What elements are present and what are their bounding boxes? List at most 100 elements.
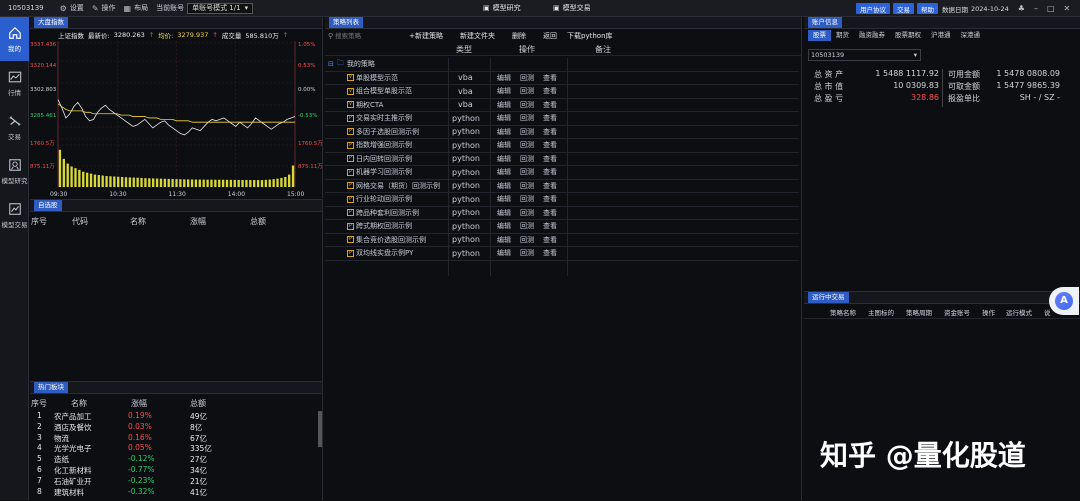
col-run-mode[interactable]: 运行模式 <box>1006 307 1032 317</box>
account-select[interactable]: 10503139 ▾ <box>808 49 921 61</box>
strategy-row[interactable]: P 网格交易（期货）回测示例 python 编辑 回测 查看 <box>325 180 799 193</box>
edit-button[interactable]: 编辑 <box>497 100 511 110</box>
backtest-button[interactable]: 回测 <box>520 100 534 110</box>
col-note[interactable]: 说 <box>1044 307 1051 317</box>
tab-hot-sectors[interactable]: 热门板块 <box>34 382 68 393</box>
edit-button[interactable]: 编辑 <box>497 208 511 218</box>
col-name[interactable]: 名称 <box>130 216 146 227</box>
backtest-button[interactable]: 回测 <box>520 208 534 218</box>
col-no[interactable]: 序号 <box>31 398 47 409</box>
table-row[interactable]: 3 物流 0.16% 67亿 <box>30 433 320 443</box>
table-row[interactable]: 7 石油矿业开 -0.23% 21亿 <box>30 476 320 486</box>
table-row[interactable]: 2 酒店及餐饮 0.03% 8亿 <box>30 422 320 432</box>
backtest-button[interactable]: 回测 <box>520 235 534 245</box>
backtest-button[interactable]: 回测 <box>520 167 534 177</box>
strategy-row[interactable]: P 日内回转回测示例 python 编辑 回测 查看 <box>325 153 799 166</box>
tab-stock-option[interactable]: 股票期权 <box>890 30 926 41</box>
edit-button[interactable]: 编辑 <box>497 86 511 96</box>
view-button[interactable]: 查看 <box>543 235 557 245</box>
close-icon[interactable]: ✕ <box>1064 4 1071 13</box>
operate-menu[interactable]: ✎ 操作 <box>92 3 116 13</box>
col-operation[interactable]: 操作 <box>519 44 535 55</box>
collapse-icon[interactable]: ⊟ <box>328 60 334 68</box>
strategy-row[interactable]: V 期权CTA vba 编辑 回测 查看 <box>325 99 799 112</box>
view-button[interactable]: 查看 <box>543 221 557 231</box>
col-operation[interactable]: 操作 <box>982 307 995 317</box>
view-button[interactable]: 查看 <box>543 194 557 204</box>
backtest-button[interactable]: 回测 <box>520 248 534 258</box>
layout-menu[interactable]: ▦ 布局 <box>124 3 149 13</box>
view-button[interactable]: 查看 <box>543 208 557 218</box>
view-button[interactable]: 查看 <box>543 73 557 83</box>
edit-button[interactable]: 编辑 <box>497 221 511 231</box>
col-fund-account[interactable]: 资金账号 <box>944 307 970 317</box>
tab-model-trade[interactable]: ▣ 模型交易 <box>553 3 591 13</box>
tab-model-research[interactable]: ▣ 模型研究 <box>483 3 521 13</box>
back-button[interactable]: 返回 <box>543 31 557 41</box>
tab-futures[interactable]: 期货 <box>831 30 854 41</box>
tab-shenzhen-hk[interactable]: 深港通 <box>956 30 986 41</box>
backtest-button[interactable]: 回测 <box>520 127 534 137</box>
settings-menu[interactable]: ⚙ 设置 <box>60 3 84 13</box>
hot-scrollbar[interactable] <box>318 411 322 447</box>
tab-shanghai-hk[interactable]: 沪港通 <box>926 30 956 41</box>
strategy-row[interactable]: P 多因子选股回测示例 python 编辑 回测 查看 <box>325 126 799 139</box>
edit-button[interactable]: 编辑 <box>497 235 511 245</box>
table-row[interactable]: 5 造纸 -0.12% 27亿 <box>30 454 320 464</box>
view-button[interactable]: 查看 <box>543 140 557 150</box>
edit-button[interactable]: 编辑 <box>497 154 511 164</box>
strategy-row[interactable]: P 跨品种套利回测示例 python 编辑 回测 查看 <box>325 207 799 220</box>
table-row[interactable]: 1 农产品加工 0.19% 49亿 <box>30 411 320 421</box>
backtest-button[interactable]: 回测 <box>520 154 534 164</box>
col-no[interactable]: 序号 <box>31 216 47 227</box>
backtest-button[interactable]: 回测 <box>520 73 534 83</box>
strategy-row[interactable]: P 双均线实盘示例PY python 编辑 回测 查看 <box>325 247 799 261</box>
table-row[interactable]: 8 建筑材料 -0.32% 41亿 <box>30 487 320 497</box>
backtest-button[interactable]: 回测 <box>520 221 534 231</box>
backtest-button[interactable]: 回测 <box>520 86 534 96</box>
col-change[interactable]: 涨幅 <box>190 216 206 227</box>
skin-icon[interactable]: ♣ <box>1018 4 1025 13</box>
col-remark[interactable]: 备注 <box>595 44 611 55</box>
table-row[interactable]: 6 化工新材料 -0.77% 34亿 <box>30 465 320 475</box>
tab-account-info[interactable]: 账户信息 <box>808 17 842 28</box>
strategy-row[interactable]: P 行业轮动回测示例 python 编辑 回测 查看 <box>325 193 799 207</box>
col-code[interactable]: 代码 <box>72 216 88 227</box>
backtest-button[interactable]: 回测 <box>520 194 534 204</box>
edit-button[interactable]: 编辑 <box>497 181 511 191</box>
assistant-button[interactable]: A <box>1049 287 1079 315</box>
strategy-search-input[interactable] <box>335 31 398 41</box>
edit-button[interactable]: 编辑 <box>497 113 511 123</box>
strategy-row[interactable]: P 交易实时主推示例 python 编辑 回测 查看 <box>325 112 799 126</box>
view-button[interactable]: 查看 <box>543 86 557 96</box>
minimize-icon[interactable]: – <box>1034 4 1038 13</box>
view-button[interactable]: 查看 <box>543 181 557 191</box>
help-button[interactable]: 帮助 <box>917 3 938 14</box>
col-amount[interactable]: 总额 <box>250 216 266 227</box>
view-button[interactable]: 查看 <box>543 127 557 137</box>
nav-trade[interactable]: 交易 <box>0 105 29 149</box>
edit-button[interactable]: 编辑 <box>497 127 511 137</box>
download-python-button[interactable]: 下载python库 <box>567 31 613 41</box>
new-strategy-button[interactable]: +新建策略 <box>409 31 443 41</box>
edit-button[interactable]: 编辑 <box>497 248 511 258</box>
edit-button[interactable]: 编辑 <box>497 167 511 177</box>
delete-button[interactable]: 删除 <box>512 31 526 41</box>
strategy-row[interactable]: V 组合模型单股示范 vba 编辑 回测 查看 <box>325 85 799 99</box>
col-strategy-name[interactable]: 策略名称 <box>830 307 856 317</box>
strategy-row[interactable]: V 单股模型示范 vba 编辑 回测 查看 <box>325 72 799 85</box>
strategy-row[interactable]: P 集合竞价选股回测示例 python 编辑 回测 查看 <box>325 234 799 247</box>
tab-strategy-list[interactable]: 策略列表 <box>329 17 363 28</box>
col-main-symbol[interactable]: 主图标的 <box>868 307 894 317</box>
table-row[interactable]: 4 光学光电子 0.05% 335亿 <box>30 443 320 453</box>
view-button[interactable]: 查看 <box>543 154 557 164</box>
col-type[interactable]: 类型 <box>456 44 472 55</box>
backtest-button[interactable]: 回测 <box>520 140 534 150</box>
tab-margin[interactable]: 融资融券 <box>854 30 890 41</box>
trade-button[interactable]: 交易 <box>893 3 914 14</box>
nav-market[interactable]: 行情 <box>0 61 29 105</box>
view-button[interactable]: 查看 <box>543 113 557 123</box>
tab-index[interactable]: 大盘指数 <box>34 17 68 28</box>
view-button[interactable]: 查看 <box>543 100 557 110</box>
view-button[interactable]: 查看 <box>543 167 557 177</box>
